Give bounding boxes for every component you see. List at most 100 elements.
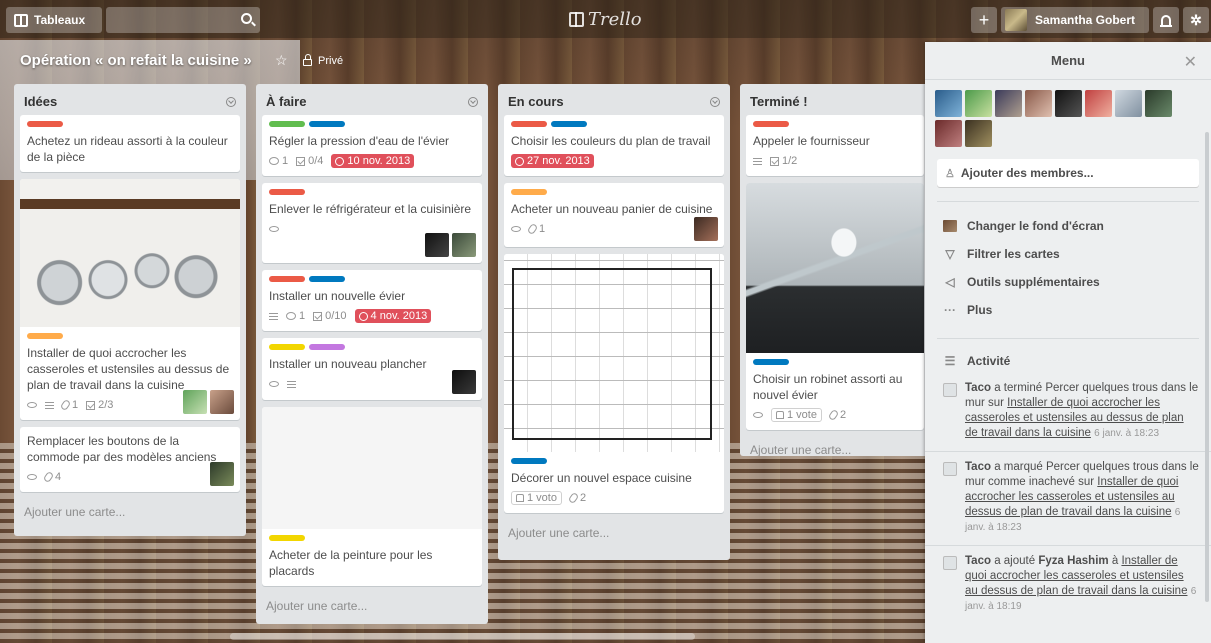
list-title[interactable]: En cours xyxy=(508,94,564,109)
card[interactable]: Installer un nouveau plancher xyxy=(262,338,482,400)
trello-logo[interactable]: Trello xyxy=(569,9,642,30)
board-horizontal-scrollbar[interactable] xyxy=(230,633,695,640)
board-icon xyxy=(14,13,28,27)
add-card-button[interactable]: Ajouter une carte... xyxy=(746,437,924,456)
list-done[interactable]: Terminé ! Appeler le fournisseur 1/2 Cho… xyxy=(740,84,930,456)
menu-item-more[interactable]: ··· Plus xyxy=(925,296,1211,324)
avatar[interactable] xyxy=(1085,90,1112,117)
card[interactable]: Achetez un rideau assorti à la couleur d… xyxy=(20,115,240,172)
settings-button[interactable]: ✲ xyxy=(1183,7,1209,33)
visibility-label: Privé xyxy=(318,55,344,67)
lock-icon xyxy=(303,54,312,66)
attachment-count: 4 xyxy=(55,471,62,483)
card[interactable]: Décorer un nouvel espace cuisine 1 voto … xyxy=(504,254,724,513)
thumbs-up-icon xyxy=(776,411,784,419)
add-card-button[interactable]: Ajouter une carte... xyxy=(504,520,724,550)
list-title[interactable]: Idées xyxy=(24,94,57,109)
menu-scrollbar[interactable] xyxy=(1205,132,1209,602)
avatar[interactable] xyxy=(995,90,1022,117)
card-badges: 27 nov. 2013 xyxy=(511,153,717,169)
activity-title: Activité xyxy=(967,354,1011,368)
avatar[interactable] xyxy=(452,370,476,394)
eye-icon xyxy=(269,226,279,232)
vote-badge[interactable]: 1 voto xyxy=(511,491,562,505)
avatar[interactable] xyxy=(935,120,962,147)
avatar[interactable] xyxy=(452,233,476,257)
avatar[interactable] xyxy=(210,462,234,486)
list-menu-icon[interactable] xyxy=(468,96,478,107)
card[interactable]: Acheter un nouveau panier de cuisine 1 xyxy=(504,183,724,247)
activity-date[interactable]: 6 janv. à 18:23 xyxy=(1094,428,1159,439)
board-menu-sidebar: Menu ✕ ♙ Ajouter des membres... Changer … xyxy=(925,42,1211,643)
search-icon[interactable] xyxy=(241,13,252,24)
label-yellow xyxy=(269,535,305,541)
card-labels xyxy=(753,121,917,127)
avatar[interactable] xyxy=(935,90,962,117)
close-icon[interactable]: ✕ xyxy=(1184,52,1197,72)
list-menu-icon[interactable] xyxy=(226,96,236,107)
list-ideas[interactable]: Idées Achetez un rideau assorti à la cou… xyxy=(14,84,246,536)
user-menu-button[interactable]: Samantha Gobert xyxy=(1001,7,1149,33)
due-date: 4 nov. 2013 xyxy=(370,310,428,322)
activity-user[interactable]: Taco xyxy=(965,461,991,473)
avatar[interactable] xyxy=(694,217,718,241)
avatar[interactable] xyxy=(965,120,992,147)
avatar[interactable] xyxy=(425,233,449,257)
list-in-progress[interactable]: En cours Choisir les couleurs du plan de… xyxy=(498,84,730,560)
label-red xyxy=(269,189,305,195)
menu-item-filter-cards[interactable]: ▽ Filtrer les cartes xyxy=(925,240,1211,268)
avatar[interactable] xyxy=(183,390,207,414)
card[interactable]: Installer un nouvelle évier 1 0/10 4 nov… xyxy=(262,270,482,331)
activity-target-user[interactable]: Fyza Hashim xyxy=(1038,555,1108,567)
avatar[interactable] xyxy=(965,90,992,117)
add-members-button[interactable]: ♙ Ajouter des membres... xyxy=(937,159,1199,187)
card[interactable]: Enlever le réfrigérateur et la cuisinièr… xyxy=(262,183,482,263)
card-labels xyxy=(753,359,917,365)
card[interactable]: Appeler le fournisseur 1/2 xyxy=(746,115,924,176)
checklist-icon xyxy=(313,311,323,321)
card-badges: 1 voto 2 xyxy=(511,490,717,506)
notifications-button[interactable] xyxy=(1153,7,1179,33)
star-icon[interactable]: ☆ xyxy=(275,52,288,69)
list-menu-icon[interactable] xyxy=(710,96,720,107)
menu-item-label: Outils supplémentaires xyxy=(967,275,1100,289)
visibility-button[interactable]: Privé xyxy=(303,54,344,67)
avatar[interactable] xyxy=(1145,90,1172,117)
vote-count: 1 voto xyxy=(527,492,557,504)
card[interactable]: Choisir les couleurs du plan de travail … xyxy=(504,115,724,176)
vote-badge[interactable]: 1 vote xyxy=(771,408,822,422)
description-icon xyxy=(753,157,762,165)
list-title[interactable]: À faire xyxy=(266,94,306,109)
list-title[interactable]: Terminé ! xyxy=(750,94,808,109)
menu-item-change-background[interactable]: Changer le fond d'écran xyxy=(925,212,1211,240)
avatar[interactable] xyxy=(210,390,234,414)
avatar[interactable] xyxy=(1115,90,1142,117)
label-blue xyxy=(511,458,547,464)
boards-button[interactable]: Tableaux xyxy=(6,7,102,33)
activity-user[interactable]: Taco xyxy=(965,382,991,394)
background-thumb-icon xyxy=(943,220,957,232)
avatar[interactable] xyxy=(1055,90,1082,117)
board-title[interactable]: Opération « on refait la cuisine » xyxy=(20,52,252,69)
avatar[interactable] xyxy=(943,556,957,570)
card[interactable]: Installer de quoi accrocher les casserol… xyxy=(20,179,240,420)
menu-item-power-ups[interactable]: ◁ Outils supplémentaires xyxy=(925,268,1211,296)
avatar[interactable] xyxy=(1025,90,1052,117)
avatar[interactable] xyxy=(943,462,957,476)
person-icon: ♙ xyxy=(945,167,955,180)
list-todo[interactable]: À faire Régler la pression d'eau de l'év… xyxy=(256,84,488,624)
card[interactable]: Régler la pression d'eau de l'évier 1 0/… xyxy=(262,115,482,176)
label-purple xyxy=(309,344,345,350)
card[interactable]: Choisir un robinet assorti au nouvel évi… xyxy=(746,183,924,430)
card[interactable]: Remplacer les boutons de la commode par … xyxy=(20,427,240,492)
attachment-icon xyxy=(42,470,55,484)
card[interactable]: Acheter de la peinture pour les placards xyxy=(262,407,482,586)
list-header: En cours xyxy=(504,90,724,115)
search-input[interactable] xyxy=(106,7,260,33)
add-card-button[interactable]: Ajouter une carte... xyxy=(20,499,240,529)
add-button[interactable]: + xyxy=(971,7,997,33)
avatar[interactable] xyxy=(943,383,957,397)
add-card-button[interactable]: Ajouter une carte... xyxy=(262,593,482,623)
activity-user[interactable]: Taco xyxy=(965,555,991,567)
label-blue xyxy=(551,121,587,127)
